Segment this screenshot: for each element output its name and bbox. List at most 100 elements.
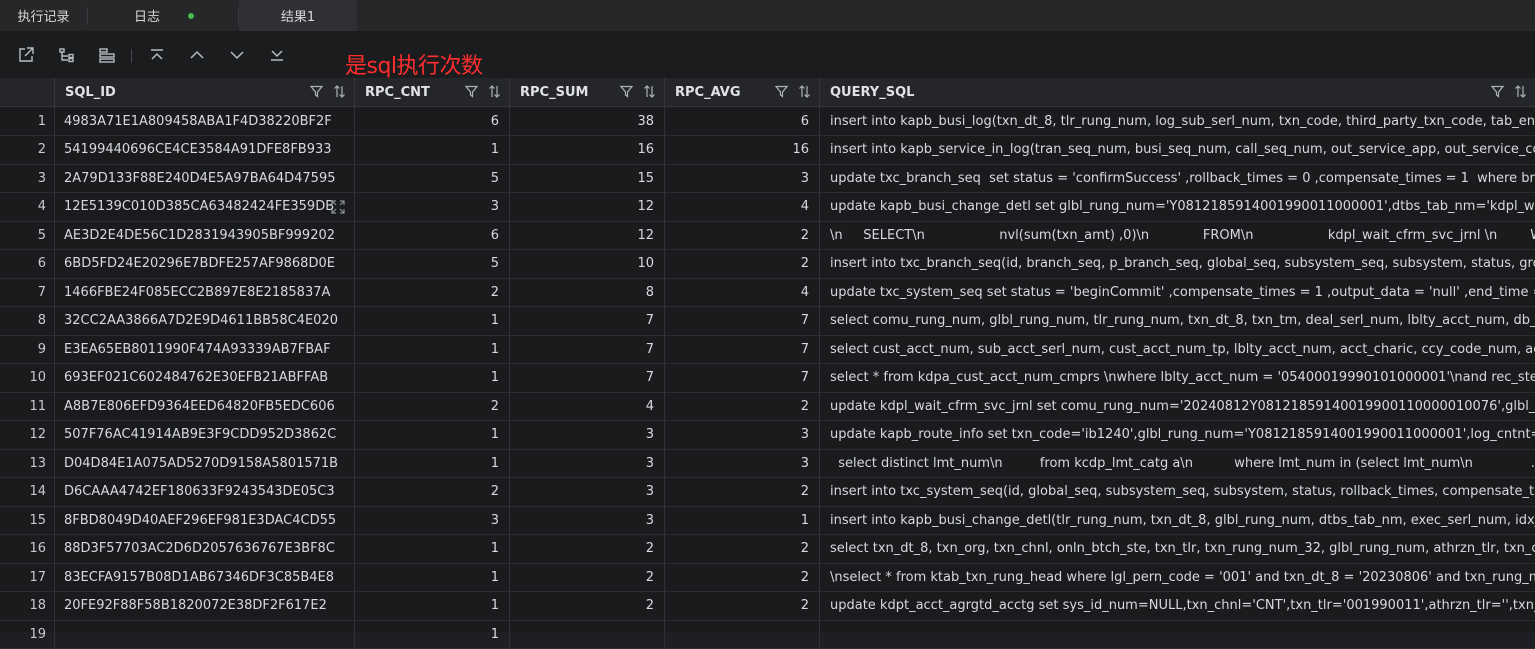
query-sql-cell[interactable]: select distinct lmt_num\n from kcdp_lmt_…: [820, 449, 1535, 477]
table-row[interactable]: 16 88D3F57703AC2D6D2057636767E3BF8C 1 2 2 sel…: [0, 534, 1535, 564]
rpc-sum-cell[interactable]: [510, 620, 665, 648]
filter-icon[interactable]: [464, 85, 479, 102]
rpc-sum-cell[interactable]: 16: [510, 135, 665, 164]
row-up-icon[interactable]: [186, 44, 208, 66]
row-number[interactable]: 2: [0, 135, 55, 164]
query-sql-cell[interactable]: update txc_system_seq set status = 'begi…: [820, 278, 1535, 306]
query-sql-cell[interactable]: \nselect * from ktab_txn_rung_head where…: [820, 563, 1535, 591]
rpc-cnt-cell[interactable]: 1: [355, 591, 510, 620]
sql-id-cell[interactable]: 8FBD8049D40AEF296EF981E3DAC4CD55: [55, 506, 355, 534]
rpc-cnt-cell[interactable]: 1: [355, 135, 510, 164]
column-header-query-sql[interactable]: QUERY_SQL: [820, 78, 1535, 106]
export-icon[interactable]: [15, 44, 37, 66]
rpc-sum-cell[interactable]: 2: [510, 534, 665, 563]
rpc-avg-cell[interactable]: 2: [665, 221, 820, 249]
row-number[interactable]: 17: [0, 563, 55, 591]
scroll-bottom-icon[interactable]: [266, 44, 288, 66]
row-number[interactable]: 4: [0, 192, 55, 221]
query-sql-cell[interactable]: select * from kdpa_cust_acct_num_cmprs \…: [820, 364, 1535, 392]
rpc-sum-cell[interactable]: 8: [510, 278, 665, 306]
sql-id-cell[interactable]: 693EF021C602484762E30EFB21ABFFAB: [55, 363, 355, 392]
sort-icon[interactable]: [488, 85, 501, 102]
rpc-cnt-cell[interactable]: 1: [355, 620, 510, 648]
rpc-avg-cell[interactable]: 3: [665, 164, 820, 192]
table-row[interactable]: 10 693EF021C602484762E30EFB21ABFFAB 1 7 7 sel…: [0, 363, 1535, 393]
sql-id-cell[interactable]: 507F76AC41914AB9E3F9CDD952D3862C: [55, 420, 355, 449]
row-number[interactable]: 5: [0, 221, 55, 249]
row-number[interactable]: 16: [0, 534, 55, 563]
query-sql-cell[interactable]: update kdpl_wait_cfrm_svc_jrnl set comu_…: [820, 392, 1535, 420]
row-number[interactable]: 9: [0, 335, 55, 363]
rpc-sum-cell[interactable]: 3: [510, 477, 665, 506]
rpc-avg-cell[interactable]: 1: [665, 506, 820, 534]
query-sql-cell[interactable]: insert into txc_system_seq(id, global_se…: [820, 478, 1535, 506]
sql-id-cell[interactable]: 88D3F57703AC2D6D2057636767E3BF8C: [55, 534, 355, 563]
rpc-avg-cell[interactable]: 7: [665, 335, 820, 363]
row-number[interactable]: 14: [0, 477, 55, 506]
filter-icon[interactable]: [309, 85, 324, 102]
rpc-sum-cell[interactable]: 7: [510, 335, 665, 363]
table-row[interactable]: 11 A8B7E806EFD9364EED64820FB5EDC606 2 4 2 upd…: [0, 392, 1535, 421]
sort-icon[interactable]: [643, 85, 656, 102]
query-sql-cell[interactable]: update txc_branch_seq set status = 'conf…: [820, 164, 1535, 192]
filter-icon[interactable]: [619, 85, 634, 102]
rpc-sum-cell[interactable]: 2: [510, 563, 665, 591]
sql-id-cell[interactable]: 2A79D133F88E240D4E5A97BA64D47595: [55, 164, 355, 192]
rpc-avg-cell[interactable]: 2: [665, 591, 820, 620]
row-number[interactable]: 18: [0, 591, 55, 620]
row-down-icon[interactable]: [226, 44, 248, 66]
rpc-avg-cell[interactable]: 2: [665, 477, 820, 506]
rpc-cnt-cell[interactable]: 3: [355, 506, 510, 534]
table-row[interactable]: 1 4983A71E1A809458ABA1F4D38220BF2F 6 38 6 ins…: [0, 107, 1535, 136]
rpc-cnt-cell[interactable]: 1: [355, 449, 510, 477]
rpc-cnt-cell[interactable]: 1: [355, 420, 510, 449]
sql-id-cell[interactable]: A8B7E806EFD9364EED64820FB5EDC606: [55, 392, 355, 420]
rpc-sum-cell[interactable]: 4: [510, 392, 665, 420]
table-row[interactable]: 19 1: [0, 620, 1535, 649]
table-row[interactable]: 3 2A79D133F88E240D4E5A97BA64D47595 5 15 3 upd…: [0, 164, 1535, 193]
rpc-avg-cell[interactable]: 2: [665, 563, 820, 591]
rpc-avg-cell[interactable]: 2: [665, 534, 820, 563]
rpc-sum-cell[interactable]: 3: [510, 506, 665, 534]
rpc-cnt-cell[interactable]: 5: [355, 249, 510, 278]
expand-icon[interactable]: [331, 199, 345, 218]
row-number[interactable]: 6: [0, 249, 55, 278]
query-sql-cell[interactable]: select comu_rung_num, glbl_rung_num, tlr…: [820, 307, 1535, 335]
rpc-cnt-cell[interactable]: 1: [355, 335, 510, 363]
query-sql-cell[interactable]: select txn_dt_8, txn_org, txn_chnl, onln…: [820, 535, 1535, 563]
tab-result-1[interactable]: 结果1: [239, 0, 357, 31]
rpc-avg-cell[interactable]: 6: [665, 107, 820, 135]
table-row[interactable]: 15 8FBD8049D40AEF296EF981E3DAC4CD55 3 3 1 ins…: [0, 506, 1535, 535]
rpc-avg-cell[interactable]: 4: [665, 278, 820, 306]
rpc-sum-cell[interactable]: 2: [510, 591, 665, 620]
query-sql-cell[interactable]: \n SELECT\n nvl(sum(txn_amt) ,0)\n FROM\…: [820, 221, 1535, 249]
rpc-cnt-cell[interactable]: 6: [355, 107, 510, 135]
list-icon[interactable]: [96, 44, 118, 66]
sql-id-cell[interactable]: D04D84E1A075AD5270D9158A5801571B: [55, 449, 355, 477]
sql-id-cell[interactable]: AE3D2E4DE56C1D2831943905BF999202: [55, 221, 355, 249]
rpc-cnt-cell[interactable]: 1: [355, 563, 510, 591]
rpc-sum-cell[interactable]: 38: [510, 107, 665, 135]
rpc-cnt-cell[interactable]: 6: [355, 221, 510, 249]
sql-id-cell[interactable]: D6CAAA4742EF180633F9243543DE05C3: [55, 477, 355, 506]
rpc-cnt-cell[interactable]: 2: [355, 278, 510, 306]
query-sql-cell[interactable]: update kapb_route_info set txn_code='ib1…: [820, 421, 1535, 449]
table-row[interactable]: 13 D04D84E1A075AD5270D9158A5801571B 1 3 3 se…: [0, 449, 1535, 478]
table-row[interactable]: 9 E3EA65EB8011990F474A93339AB7FBAF 1 7 7 sele…: [0, 335, 1535, 364]
row-number[interactable]: 8: [0, 306, 55, 335]
rpc-avg-cell[interactable]: 4: [665, 192, 820, 221]
table-row[interactable]: 7 1466FBE24F085ECC2B897E8E2185837A 2 8 4 upda…: [0, 278, 1535, 307]
rpc-sum-cell[interactable]: 12: [510, 192, 665, 221]
sql-id-cell[interactable]: [55, 620, 355, 648]
rpc-cnt-cell[interactable]: 3: [355, 192, 510, 221]
table-row[interactable]: 4 12E5139C010D385CA63482424FE359DB 3 12 4 upd…: [0, 192, 1535, 222]
sql-id-cell[interactable]: 12E5139C010D385CA63482424FE359DB: [55, 192, 355, 221]
row-number[interactable]: 12: [0, 420, 55, 449]
column-header-rpc-sum[interactable]: RPC_SUM: [510, 78, 665, 106]
table-row[interactable]: 18 20FE92F88F58B1820072E38DF2F617E2 1 2 2 upd…: [0, 591, 1535, 621]
tab-log[interactable]: 日志: [88, 0, 238, 31]
rpc-sum-cell[interactable]: 7: [510, 306, 665, 335]
rpc-avg-cell[interactable]: 3: [665, 449, 820, 477]
sql-id-cell[interactable]: E3EA65EB8011990F474A93339AB7FBAF: [55, 335, 355, 363]
rpc-avg-cell[interactable]: 2: [665, 249, 820, 278]
